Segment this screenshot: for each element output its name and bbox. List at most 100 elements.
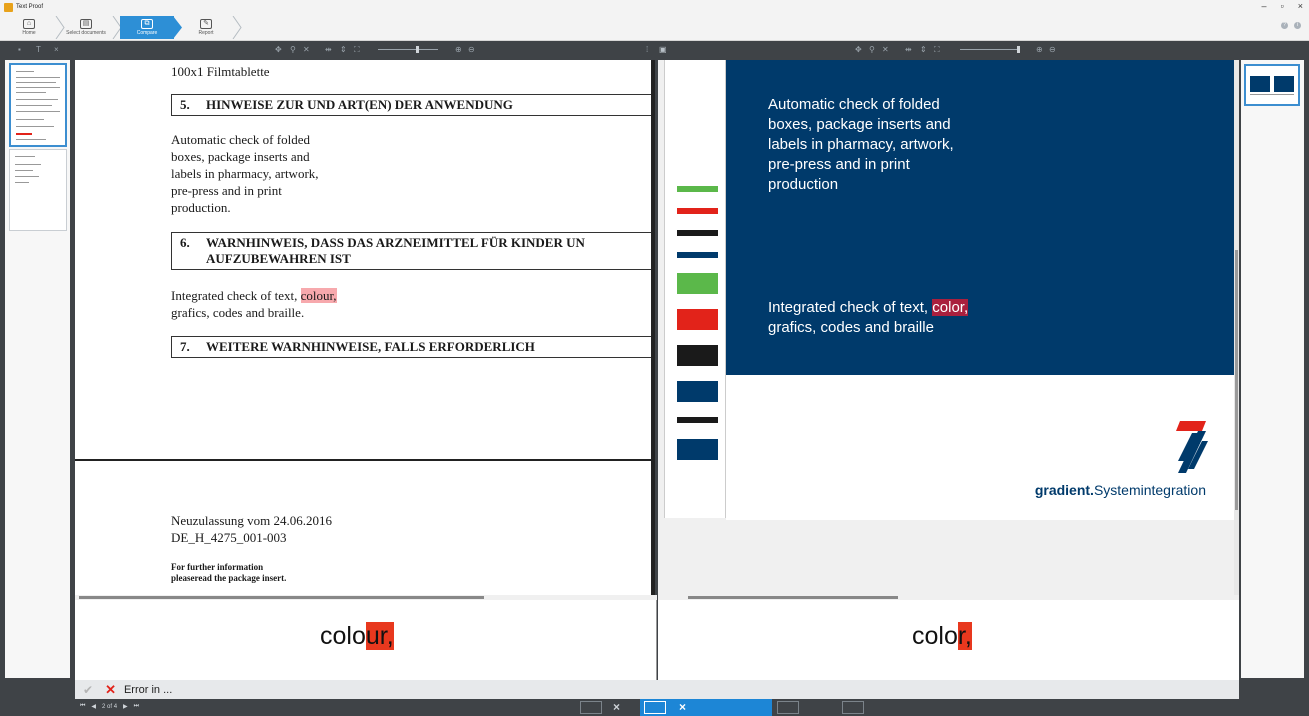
close-panel-icon[interactable]: × — [54, 46, 59, 54]
page-thumbnail[interactable] — [9, 149, 67, 231]
fit-page-icon[interactable]: ⛶ — [354, 46, 360, 54]
zoom-out-icon[interactable]: ⊖ — [1049, 46, 1056, 54]
artwork-blue-panel: Automatic check of folded boxes, package … — [726, 60, 1234, 375]
workflow-ribbon: ⌂ Home ▤ Select documents ⧉ Compare ✎ Re… — [0, 14, 1309, 41]
app-logo-icon — [4, 2, 13, 12]
minimize-icon[interactable]: – — [1262, 1, 1267, 11]
difference-word-left: colour, — [320, 622, 394, 650]
step-report-label: Report — [198, 30, 214, 36]
close-mode-icon[interactable]: × — [613, 700, 620, 714]
section-heading: 5. HINWEISE ZUR UND ART(EN) DER ANWENDUNG — [171, 94, 655, 116]
page-divider — [75, 459, 655, 461]
crosshair-icon[interactable]: ✕ — [303, 46, 310, 54]
color-bar — [677, 230, 718, 236]
color-bar — [677, 417, 718, 423]
window-controls: – ▫ × — [1262, 1, 1303, 11]
right-thumbnail-panel — [1241, 60, 1304, 678]
help-icon[interactable]: ? — [1281, 22, 1288, 29]
page-navigation: ⏮ ◀ 2 of 4 ▶ ⏭ — [80, 703, 139, 710]
artwork-white-panel: gradient.Systemintegration — [726, 375, 1234, 520]
info-icon[interactable]: i — [1294, 22, 1301, 29]
panel-toggle-icon[interactable]: ▣ — [659, 46, 667, 54]
window-title: Text Proof — [16, 4, 44, 10]
pin-icon[interactable]: ⚲ — [290, 46, 296, 54]
step-report[interactable]: ✎ Report — [180, 16, 232, 39]
zoom-in-icon[interactable]: ⊕ — [455, 46, 462, 54]
fit-width-icon[interactable]: ⇹ — [325, 46, 332, 54]
paragraph-automatic-check: Automatic check of folded boxes, package … — [171, 132, 319, 215]
color-bar — [677, 252, 718, 258]
color-bar — [677, 309, 718, 330]
zoom-slider-handle[interactable] — [416, 46, 419, 53]
step-home-label: Home — [22, 30, 36, 36]
brand-name: gradient.Systemintegration — [1034, 482, 1206, 498]
step-compare[interactable]: ⧉ Compare — [120, 16, 174, 39]
error-x-icon[interactable]: ✕ — [105, 682, 116, 698]
panel-toggle-icon[interactable]: ▪ — [18, 46, 21, 54]
prev-page-icon[interactable]: ◀ — [91, 703, 96, 710]
left-document-toolbar: ▪ T × ✥ ⚲ ✕ ⇹ ⇕ ⛶ ⊕ ⊖ ⁞ — [0, 41, 655, 59]
maximize-icon[interactable]: ▫ — [1281, 1, 1284, 11]
page-edge — [651, 60, 655, 595]
color-bar — [677, 381, 718, 402]
color-bar — [677, 208, 718, 214]
step-home[interactable]: ⌂ Home — [3, 16, 55, 39]
fit-height-icon[interactable]: ⇕ — [920, 46, 927, 54]
first-page-icon[interactable]: ⏮ — [80, 703, 85, 710]
page-indicator: 2 of 4 — [102, 703, 118, 710]
step-select-documents-label: Select documents — [66, 30, 106, 36]
difference-detail-right: color, — [658, 600, 1239, 680]
view-mode-single-icon[interactable] — [842, 701, 864, 714]
report-icon: ✎ — [200, 19, 212, 29]
vertical-scrollbar[interactable] — [1234, 60, 1239, 595]
help-icons: ? i — [1281, 22, 1301, 29]
fit-page-icon[interactable]: ⛶ — [934, 46, 940, 54]
difference-highlight[interactable]: colour, — [300, 288, 337, 303]
status-bar: ⏮ ◀ 2 of 4 ▶ ⏭ × × — [0, 699, 1309, 716]
color-bar — [677, 273, 718, 294]
difference-highlight[interactable]: color, — [932, 299, 969, 316]
close-icon[interactable]: × — [1298, 1, 1303, 11]
doc-top-line: 100x1 Filmtablette — [171, 64, 270, 79]
chevron-right-icon — [232, 16, 242, 39]
compare-icon: ⧉ — [141, 19, 153, 29]
artwork-paragraph-integrated: Integrated check of text, color, grafics… — [768, 299, 969, 336]
pan-icon[interactable]: ✥ — [275, 46, 282, 54]
crosshair-icon[interactable]: ✕ — [882, 46, 889, 54]
right-document-view[interactable]: Automatic check of folded boxes, package … — [658, 60, 1239, 595]
artwork-paragraph-automatic: Automatic check of folded boxes, package … — [768, 96, 954, 193]
section-heading: 6. WARNHINWEIS, DASS DAS ARZNEIMITTEL FÜR… — [171, 232, 655, 270]
fit-height-icon[interactable]: ⇕ — [340, 46, 347, 54]
next-page-icon[interactable]: ▶ — [123, 703, 128, 710]
paragraph-integrated-check: Integrated check of text, colour, grafic… — [171, 288, 337, 320]
close-mode-icon[interactable]: × — [679, 700, 686, 714]
view-mode-compare-icon[interactable] — [644, 701, 666, 714]
step-select-documents[interactable]: ▤ Select documents — [60, 16, 112, 39]
documents-icon: ▤ — [80, 19, 92, 29]
zoom-slider-track[interactable] — [378, 49, 438, 50]
fit-width-icon[interactable]: ⇹ — [905, 46, 912, 54]
section-heading: 7. WEITERE WARNHINWEISE, FALLS ERFORDERLI… — [171, 336, 655, 358]
accept-check-icon[interactable]: ✔ — [83, 683, 93, 697]
sync-icon[interactable]: ⁞ — [646, 46, 648, 54]
home-icon: ⌂ — [23, 19, 35, 29]
left-document-view[interactable]: 100x1 Filmtablette 5. HINWEISE ZUR UND AR… — [75, 60, 655, 595]
error-entry[interactable]: Error in ... — [124, 684, 172, 696]
zoom-out-icon[interactable]: ⊖ — [468, 46, 475, 54]
page-thumbnail[interactable] — [1244, 64, 1300, 106]
footer-note: For further information pleaseread the p… — [171, 562, 287, 583]
zoom-slider-handle[interactable] — [1017, 46, 1020, 53]
zoom-in-icon[interactable]: ⊕ — [1036, 46, 1043, 54]
view-mode-overlay-icon[interactable] — [777, 701, 799, 714]
difference-detail-left: colour, — [75, 600, 657, 680]
last-page-icon[interactable]: ⏭ — [134, 703, 139, 710]
fold-strip — [664, 60, 726, 518]
difference-word-right: color, — [912, 622, 972, 650]
text-tool-icon[interactable]: T — [36, 46, 41, 54]
pin-icon[interactable]: ⚲ — [869, 46, 875, 54]
error-list: ✔ ✕ Error in ... — [75, 680, 1239, 699]
view-mode-side-by-side-icon[interactable] — [580, 701, 602, 714]
page-thumbnail[interactable] — [9, 63, 67, 147]
zoom-slider-track[interactable] — [960, 49, 1020, 50]
pan-icon[interactable]: ✥ — [855, 46, 862, 54]
